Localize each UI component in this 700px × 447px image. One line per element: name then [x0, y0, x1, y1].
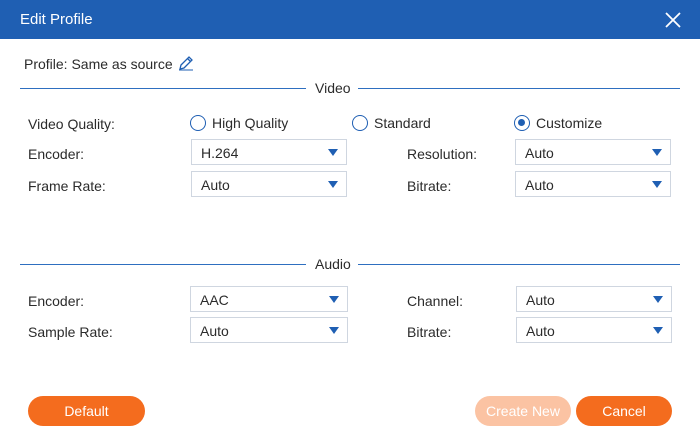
- sample-rate-value: Auto: [200, 323, 229, 339]
- video-section-title: Video: [315, 80, 351, 96]
- resolution-label: Resolution:: [407, 146, 478, 162]
- radio-customize[interactable]: Customize: [514, 114, 602, 132]
- video-quality-label: Video Quality:: [28, 116, 115, 132]
- radio-circle: [352, 115, 368, 131]
- audio-bitrate-value: Auto: [526, 323, 555, 339]
- radio-standard[interactable]: Standard: [352, 114, 431, 132]
- audio-bitrate-label: Bitrate:: [407, 324, 452, 340]
- audio-bitrate-select[interactable]: Auto: [516, 317, 672, 343]
- audio-divider-left: [20, 264, 306, 265]
- audio-divider-right: [358, 264, 680, 265]
- resolution-value: Auto: [525, 145, 554, 161]
- profile-label: Profile:: [24, 56, 68, 72]
- close-icon[interactable]: [662, 9, 684, 31]
- profile-value: Same as source: [71, 56, 173, 72]
- chevron-down-icon: [653, 296, 663, 303]
- radio-label: Customize: [536, 115, 603, 131]
- video-encoder-value: H.264: [201, 145, 239, 161]
- radio-circle-checked: [514, 115, 530, 131]
- pencil-icon[interactable]: [178, 55, 194, 71]
- frame-rate-value: Auto: [201, 177, 230, 193]
- video-bitrate-label: Bitrate:: [407, 178, 452, 194]
- chevron-down-icon: [652, 149, 662, 156]
- create-new-button[interactable]: Create New: [475, 396, 571, 426]
- radio-label: High Quality: [212, 115, 289, 131]
- audio-encoder-value: AAC: [200, 292, 229, 308]
- audio-encoder-select[interactable]: AAC: [190, 286, 348, 312]
- chevron-down-icon: [329, 296, 339, 303]
- radio-high-quality[interactable]: High Quality: [190, 114, 288, 132]
- video-bitrate-value: Auto: [525, 177, 554, 193]
- radio-label: Standard: [374, 115, 431, 131]
- video-divider-left: [20, 88, 306, 89]
- default-button[interactable]: Default: [28, 396, 145, 426]
- sample-rate-label: Sample Rate:: [28, 324, 113, 340]
- channel-label: Channel:: [407, 293, 464, 309]
- audio-encoder-label: Encoder:: [28, 293, 85, 309]
- video-encoder-label: Encoder:: [28, 146, 85, 162]
- video-divider-right: [358, 88, 680, 89]
- channel-select[interactable]: Auto: [516, 286, 672, 312]
- radio-circle: [190, 115, 206, 131]
- title-bar: Edit Profile: [0, 0, 700, 39]
- sample-rate-select[interactable]: Auto: [190, 317, 348, 343]
- cancel-button[interactable]: Cancel: [576, 396, 672, 426]
- profile-row: Profile: Same as source: [24, 56, 173, 74]
- video-bitrate-select[interactable]: Auto: [515, 171, 671, 197]
- chevron-down-icon: [652, 181, 662, 188]
- frame-rate-select[interactable]: Auto: [191, 171, 347, 197]
- chevron-down-icon: [328, 181, 338, 188]
- chevron-down-icon: [329, 327, 339, 334]
- audio-section-title: Audio: [315, 256, 351, 272]
- frame-rate-label: Frame Rate:: [28, 178, 106, 194]
- chevron-down-icon: [328, 149, 338, 156]
- resolution-select[interactable]: Auto: [515, 139, 671, 165]
- dialog-title: Edit Profile: [20, 11, 93, 28]
- chevron-down-icon: [653, 327, 663, 334]
- video-encoder-select[interactable]: H.264: [191, 139, 347, 165]
- channel-value: Auto: [526, 292, 555, 308]
